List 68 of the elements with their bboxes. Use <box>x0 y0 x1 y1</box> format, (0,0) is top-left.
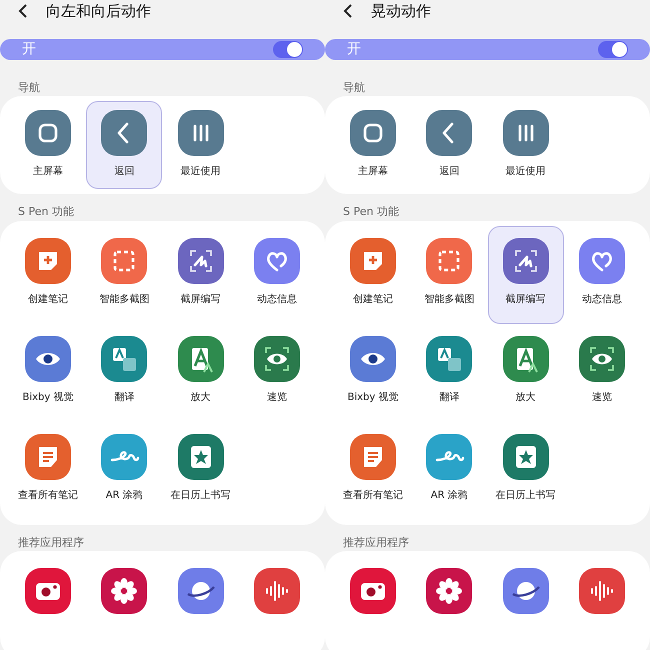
section-heading: 推荐应用程序 <box>18 534 84 550</box>
action-item[interactable]: 智能多截图 <box>86 226 162 324</box>
action-item[interactable]: 智能多截图 <box>411 226 488 324</box>
item-label: 放大 <box>190 390 212 404</box>
item-label: 截屏编写 <box>180 292 222 306</box>
action-item[interactable]: 主屏幕 <box>10 101 86 189</box>
item-label: AR 涂鸦 <box>104 488 144 502</box>
item-label: 主屏幕 <box>357 164 389 179</box>
item-label: Bixby 视觉 <box>21 390 74 404</box>
action-item[interactable]: 在日历上书写 <box>488 422 564 520</box>
item-label: 翻译 <box>113 390 136 404</box>
toggle-switch[interactable] <box>598 40 628 58</box>
item-label: 在日历上书写 <box>494 488 556 502</box>
action-item[interactable]: 翻译 <box>86 324 162 422</box>
action-item[interactable]: 创建笔记 <box>10 226 86 324</box>
action-item[interactable]: AR 涂鸦 <box>86 422 162 520</box>
action-item[interactable]: 速览 <box>564 324 640 422</box>
item-label: 翻译 <box>438 390 460 404</box>
action-item[interactable]: 放大 <box>488 324 564 422</box>
action-item[interactable]: 查看所有笔记 <box>10 422 86 520</box>
item-label: 放大 <box>514 390 536 404</box>
section-heading: 推荐应用程序 <box>343 534 409 550</box>
section-heading: 导航 <box>343 80 365 96</box>
item-label: AR 涂鸦 <box>430 488 469 502</box>
action-item[interactable]: 截屏编写 <box>488 226 564 324</box>
action-item[interactable]: 最近使用 <box>162 101 238 189</box>
toggle-switch[interactable] <box>273 40 303 58</box>
section-heading: S Pen 功能 <box>343 204 399 220</box>
item-label: 查看所有笔记 <box>342 488 404 502</box>
action-item[interactable]: 翻译 <box>411 324 488 422</box>
item-label: 创建笔记 <box>352 292 394 306</box>
action-item[interactable]: 截屏编写 <box>162 226 238 324</box>
item-label: 返回 <box>113 164 136 179</box>
item-label: Bixby 视觉 <box>346 390 400 404</box>
item-label: 主屏幕 <box>32 164 64 179</box>
item-label: 截屏编写 <box>504 292 546 306</box>
action-item[interactable]: 返回 <box>411 101 488 189</box>
item-label: 动态信息 <box>580 292 623 306</box>
item-label: 创建笔记 <box>27 292 69 306</box>
item-label: 查看所有笔记 <box>17 488 79 502</box>
action-item[interactable]: 查看所有笔记 <box>335 422 411 520</box>
action-item[interactable]: 在日历上书写 <box>162 422 238 520</box>
action-item[interactable]: AR 涂鸦 <box>411 422 488 520</box>
item-label: 速览 <box>590 390 613 404</box>
switch-label: 开 <box>347 40 361 58</box>
section-heading: 导航 <box>18 80 40 96</box>
item-label: 最近使用 <box>180 164 222 179</box>
action-item[interactable]: Bixby 视觉 <box>10 324 86 422</box>
action-item[interactable]: 创建笔记 <box>335 226 411 324</box>
item-label: 智能多截图 <box>423 292 476 306</box>
page-title: 向左和向后动作 <box>46 1 151 22</box>
action-item[interactable]: 动态信息 <box>564 226 640 324</box>
item-label: 在日历上书写 <box>170 488 232 502</box>
switch-label: 开 <box>22 40 36 58</box>
item-label: 智能多截图 <box>98 292 150 306</box>
action-item[interactable]: 放大 <box>162 324 238 422</box>
action-item[interactable]: 动态信息 <box>238 226 315 324</box>
action-item[interactable]: 主屏幕 <box>335 101 411 189</box>
action-item[interactable]: 返回 <box>86 101 162 189</box>
section-heading: S Pen 功能 <box>18 204 74 220</box>
page-title: 晃动动作 <box>371 1 431 22</box>
item-label: 最近使用 <box>504 164 546 179</box>
item-label: 返回 <box>438 164 460 179</box>
action-item[interactable]: 速览 <box>238 324 315 422</box>
action-item[interactable]: 最近使用 <box>488 101 564 189</box>
item-label: 动态信息 <box>256 292 298 306</box>
action-item[interactable]: Bixby 视觉 <box>335 324 411 422</box>
item-label: 速览 <box>266 390 288 404</box>
